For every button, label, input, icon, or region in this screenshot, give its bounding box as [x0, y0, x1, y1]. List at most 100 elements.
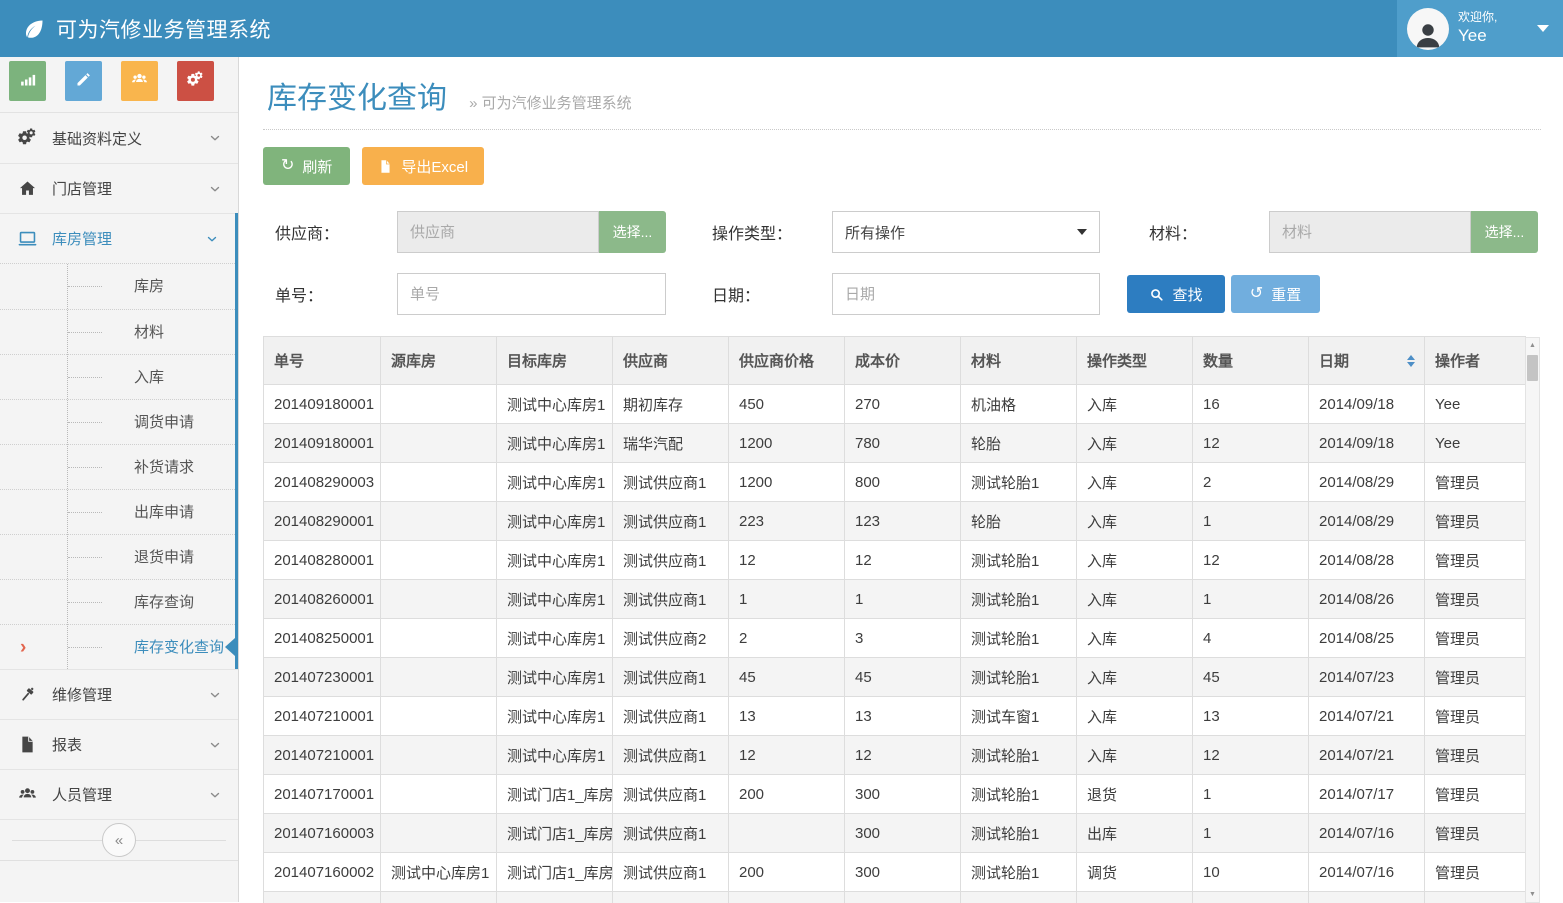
table-cell: 管理员 [1425, 853, 1526, 892]
column-header-7[interactable]: 材料 [961, 337, 1077, 385]
table-row[interactable]: 201407170001测试门店1_库房测试供应商1200300测试轮胎1退货1… [264, 775, 1526, 814]
table-cell: 201407210001 [264, 697, 381, 736]
column-header-1[interactable]: 单号 [264, 337, 381, 385]
sidebar-subitem[interactable]: 入库 [0, 354, 235, 399]
date-input[interactable] [832, 273, 1100, 315]
monitor-icon [18, 229, 40, 249]
table-row[interactable]: 201409180001测试中心库房1瑞华汽配1200780轮胎入库122014… [264, 424, 1526, 463]
table-cell [961, 892, 1077, 903]
table-row[interactable]: 201407210001测试中心库房1测试供应商11212测试轮胎1入库1220… [264, 736, 1526, 775]
column-header-9[interactable]: 数量 [1193, 337, 1309, 385]
table-cell: 4 [1193, 619, 1309, 658]
supplier-input [397, 211, 599, 253]
table-cell: 300 [845, 814, 961, 853]
table-row[interactable]: 201409180001测试中心库房1期初库存450270机油格入库162014… [264, 385, 1526, 424]
app-logo[interactable]: 可为汽修业务管理系统 [0, 0, 1563, 57]
filter-row-1: 供应商： 选择... 操作类型： 所有操作 材料： 选择... [263, 211, 1541, 253]
table-cell [1309, 892, 1425, 903]
sidebar-item-3[interactable]: 库房管理 [0, 213, 235, 263]
table-cell: 管理员 [1425, 658, 1526, 697]
table-row[interactable]: 201408280001测试中心库房1测试供应商11212测试轮胎1入库1220… [264, 541, 1526, 580]
shortcut-users-button[interactable] [121, 61, 158, 101]
table-cell: 管理员 [1425, 463, 1526, 502]
sidebar-item-1[interactable]: 基础资料定义 [0, 113, 238, 163]
table-cell [1193, 892, 1309, 903]
sidebar-subitem[interactable]: 材料 [0, 309, 235, 354]
table-row[interactable]: 201408260001测试中心库房1测试供应商111测试轮胎1入库12014/… [264, 580, 1526, 619]
shortcut-settings-button[interactable] [177, 61, 214, 101]
table-row[interactable]: 201408250001测试中心库房1测试供应商223测试轮胎1入库42014/… [264, 619, 1526, 658]
sidebar-subitem[interactable]: 出库申请 [0, 489, 235, 534]
table-cell: 出库 [1077, 814, 1193, 853]
table-row[interactable]: 201408290003测试中心库房1测试供应商11200800测试轮胎1入库2… [264, 463, 1526, 502]
page-header: 库存变化查询 » 可为汽修业务管理系统 [263, 79, 1541, 119]
table-cell: 2014/08/29 [1309, 463, 1425, 502]
table-cell: Yee [1425, 385, 1526, 424]
sidebar-item-2[interactable]: 门店管理 [0, 163, 238, 213]
refresh-button[interactable]: ↻ 刷新 [263, 147, 350, 185]
sidebar-item-6[interactable]: 人员管理 [0, 769, 238, 819]
column-header-2[interactable]: 源库房 [381, 337, 497, 385]
table-cell: 测试中心库房1 [497, 385, 613, 424]
search-button[interactable]: 查找 [1127, 275, 1225, 313]
table-cell: 201408290001 [264, 502, 381, 541]
sidebar-subitem[interactable]: 退货申请 [0, 534, 235, 579]
shortcut-stats-button[interactable] [9, 61, 46, 101]
scrollbar-thumb[interactable] [1527, 355, 1538, 381]
sort-icon[interactable] [1407, 355, 1415, 367]
table-cell: 测试供应商1 [613, 463, 729, 502]
sidebar-item-4[interactable]: 维修管理 [0, 669, 238, 719]
table-cell: 测试中心库房1 [497, 463, 613, 502]
scroll-down-icon[interactable]: ▼ [1526, 887, 1539, 902]
column-header-5[interactable]: 供应商价格 [729, 337, 845, 385]
refresh-icon: ↻ [281, 158, 294, 174]
column-header-8[interactable]: 操作类型 [1077, 337, 1193, 385]
app-header: 可为汽修业务管理系统 欢迎你, Yee [0, 0, 1563, 57]
export-excel-button[interactable]: 导出Excel [362, 147, 484, 185]
chevron-down-icon [208, 738, 222, 752]
column-header-4[interactable]: 供应商 [613, 337, 729, 385]
sidebar-subitem[interactable]: 库房 [0, 264, 235, 309]
column-label: 操作者 [1435, 353, 1480, 370]
table-cell: 管理员 [1425, 736, 1526, 775]
file-icon [18, 735, 40, 755]
table-row[interactable]: 201407160002测试中心库房1测试门店1_库房测试供应商1200300测… [264, 853, 1526, 892]
table-row[interactable]: 201407160003测试门店1_库房测试供应商1300测试轮胎1出库1201… [264, 814, 1526, 853]
sidebar-collapse-button[interactable]: « [0, 819, 238, 861]
scroll-up-icon[interactable]: ▲ [1526, 338, 1539, 353]
chevron-down-icon [205, 232, 219, 246]
table-scrollbar[interactable]: ▲ ▼ [1525, 337, 1540, 903]
column-header-10[interactable]: 日期 [1309, 337, 1425, 385]
shortcut-edit-button[interactable] [65, 61, 102, 101]
select-caret-icon [1077, 229, 1087, 235]
reset-button[interactable]: ↺ 重置 [1231, 275, 1320, 313]
user-greeting: 欢迎你, Yee [1458, 10, 1533, 46]
material-select-button[interactable]: 选择... [1471, 211, 1538, 253]
column-header-3[interactable]: 目标库房 [497, 337, 613, 385]
sidebar-subitem[interactable]: ›库存变化查询 [0, 624, 235, 669]
user-menu[interactable]: 欢迎你, Yee [1397, 0, 1563, 57]
sidebar-subitem[interactable]: 调货申请 [0, 399, 235, 444]
order-input[interactable] [397, 273, 666, 315]
column-header-11[interactable]: 操作者 [1425, 337, 1526, 385]
sidebar-item-5[interactable]: 报表 [0, 719, 238, 769]
supplier-select-button[interactable]: 选择... [599, 211, 666, 253]
table-cell: 测试供应商1 [613, 658, 729, 697]
table-cell [381, 580, 497, 619]
table-cell [381, 424, 497, 463]
table-cell: 1200 [729, 463, 845, 502]
table-cell: 200 [729, 775, 845, 814]
table-row[interactable]: 201407230001测试中心库房1测试供应商14545测试轮胎1入库4520… [264, 658, 1526, 697]
table-cell [264, 892, 381, 903]
table-row[interactable]: 201407210001测试中心库房1测试供应商11313测试车窗1入库1320… [264, 697, 1526, 736]
operation-select[interactable]: 所有操作 [832, 211, 1100, 253]
material-label: 材料： [1149, 220, 1269, 244]
sidebar-shortcuts [0, 57, 238, 113]
table-row[interactable]: 201408290001测试中心库房1测试供应商1223123轮胎入库12014… [264, 502, 1526, 541]
operation-label: 操作类型： [712, 220, 832, 244]
sidebar-subitem[interactable]: 库存查询 [0, 579, 235, 624]
sidebar-subitem[interactable]: 补货请求 [0, 444, 235, 489]
table-cell: 201407160002 [264, 853, 381, 892]
column-header-6[interactable]: 成本价 [845, 337, 961, 385]
sidebar-group: 人员管理 [0, 769, 238, 819]
